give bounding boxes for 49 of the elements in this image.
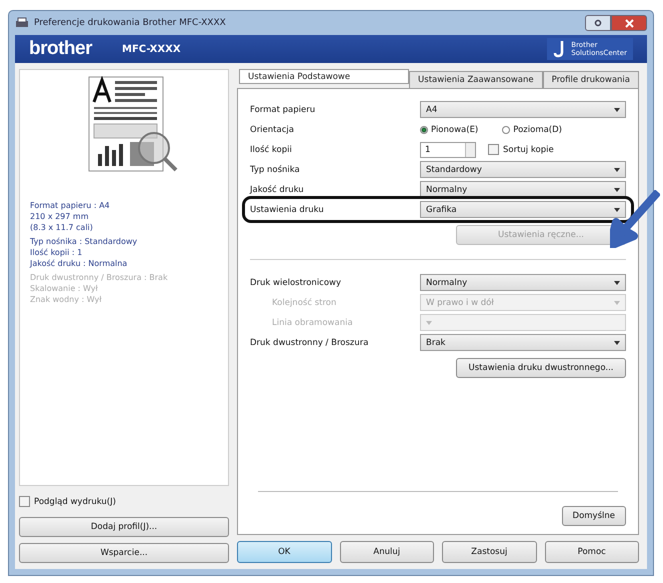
summary-line: Druk dwustronny / Broszura : Brak	[30, 272, 169, 283]
setting-label: Ilość kopii	[250, 144, 293, 154]
dialog-button[interactable]: Zastosuj	[442, 541, 536, 563]
dialog-button[interactable]: Anuluj	[340, 541, 434, 563]
summary-line: Znak wodny : Wył	[30, 294, 103, 305]
setting-label: Kolejność stron	[271, 298, 338, 308]
dropdown[interactable]: Grafika	[420, 201, 626, 218]
close-icon	[624, 18, 634, 28]
tab[interactable]: Ustawienia Zaawansowane	[409, 71, 543, 88]
help-icon	[594, 19, 602, 27]
setting-label: Format papieru	[250, 104, 316, 114]
tab[interactable]: Ustawienia Podstawowe	[239, 69, 410, 84]
close-button[interactable]	[611, 15, 647, 31]
setting-label: Druk dwustronny / Broszura	[250, 338, 370, 348]
help-button[interactable]	[585, 15, 611, 31]
setting-label: Ustawienia druku	[250, 204, 325, 214]
setting-label: Druk wielostronicowy	[250, 278, 342, 288]
callout-arrow	[610, 190, 660, 248]
model-name: MFC-XXXX	[122, 44, 182, 54]
dropdown[interactable]: Brak	[420, 334, 626, 351]
dropdown[interactable]: Normalny	[420, 274, 626, 291]
dialog-button[interactable]: Pomoc	[544, 541, 639, 563]
collate-checkbox[interactable]: Sortuj kopie	[488, 144, 554, 155]
preview-checkbox[interactable]: Podgląd wydruku(J)	[19, 496, 229, 507]
setting-label: Linia obramowania	[271, 318, 354, 328]
summary-line: Jakość druku : Normalna	[30, 258, 128, 269]
setting-label: Jakość druku	[250, 184, 305, 194]
summary-line: (8.3 x 11.7 cali)	[30, 222, 94, 233]
summary-line: Typ nośnika : Standardowy	[30, 236, 138, 247]
setting-label: Orientacja	[250, 124, 295, 134]
summary-line: Skalowanie : Wył	[30, 283, 99, 294]
summary-line: 210 x 297 mm	[30, 211, 90, 222]
dropdown[interactable]: A4	[420, 101, 626, 118]
dropdown[interactable]: Standardowy	[420, 161, 626, 178]
left-panel-button[interactable]: Dodaj profil(J)...	[19, 517, 229, 537]
default-button[interactable]: Domyślne	[562, 506, 626, 526]
summary-line: Ilość kopii : 1	[30, 247, 84, 258]
radio-button[interactable]: Pozioma(D)	[502, 124, 562, 134]
dialog-button[interactable]: OK	[237, 541, 332, 563]
copies-spinner[interactable]: 1	[420, 142, 476, 158]
summary-line: Format papieru : A4	[30, 200, 111, 211]
duplex-settings-button[interactable]: Ustawienia druku dwustronnego...	[456, 358, 626, 378]
window-title: Preferencje drukowania Brother MFC-XXXX	[34, 18, 227, 28]
brand-logo: brother	[29, 38, 92, 60]
radio-button[interactable]: Pionowa(E)	[420, 124, 478, 134]
tab[interactable]: Profile drukowania	[542, 71, 639, 88]
setting-label: Typ nośnika	[250, 164, 301, 174]
left-panel-button[interactable]: Wsparcie...	[19, 543, 229, 563]
printer-icon	[15, 17, 29, 29]
